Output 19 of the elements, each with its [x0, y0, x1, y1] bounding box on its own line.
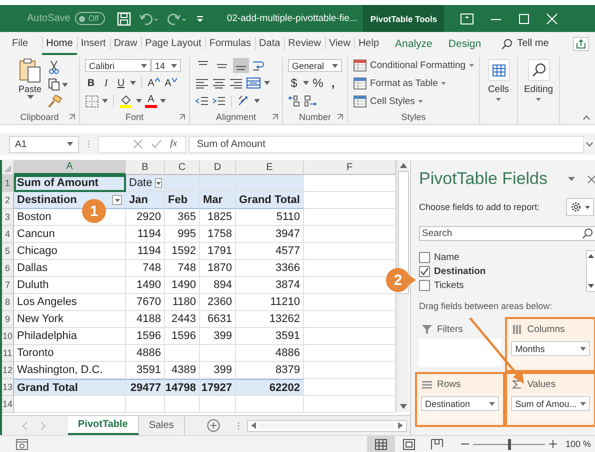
area-label: Filters — [437, 324, 463, 334]
step-callout-tooltip: 1 — [82, 199, 106, 223]
pane-subtitle: Choose fields to add to report: — [419, 202, 540, 212]
area-label: Values — [527, 378, 556, 390]
group-label: Font — [125, 112, 144, 122]
file-name: 02-add-multiple-pivottable-fie... — [226, 13, 358, 24]
area-label: Rows — [437, 378, 461, 390]
step-callout-tooltip: 2 — [386, 268, 416, 292]
area-label: Columns — [527, 324, 565, 334]
group-label: Number — [298, 112, 331, 122]
group-label: Clipboard — [20, 112, 59, 122]
group-label: Styles — [401, 112, 426, 122]
areas-hint: Drag fields between areas below: — [419, 301, 554, 311]
pane-title: PivotTable Fields — [419, 169, 548, 189]
cell-text: Date — [129, 177, 152, 189]
autosave-label: AutoSave — [27, 13, 70, 24]
cell-text: Destination — [17, 194, 77, 206]
group-label: Alignment — [216, 112, 256, 122]
context-tab-label: PivotTable Tools — [363, 5, 444, 32]
